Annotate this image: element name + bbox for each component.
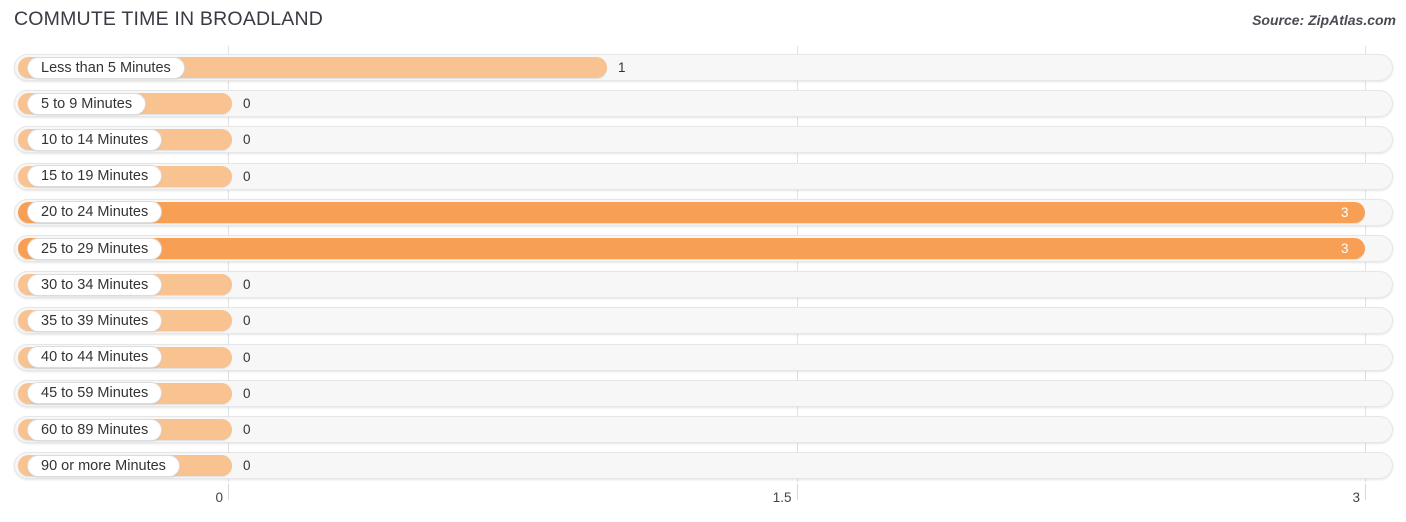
bar-row-label: 30 to 34 Minutes	[27, 273, 163, 296]
x-tick-mark	[228, 484, 229, 500]
bar-row-label: 40 to 44 Minutes	[27, 346, 163, 369]
bar-value-label: 0	[243, 422, 251, 437]
bar-row[interactable]: Less than 5 Minutes 1	[14, 54, 1393, 81]
source-credit: Source: ZipAtlas.com	[1252, 12, 1396, 28]
bar-row[interactable]: 90 or more Minutes 0	[14, 452, 1393, 480]
bar-row-label: 45 to 59 Minutes	[27, 382, 163, 405]
bar-value-label: 0	[243, 96, 251, 112]
x-tick-label: 3	[1352, 490, 1360, 505]
x-tick-mark	[1365, 484, 1366, 500]
bar-row[interactable]: 10 to 14 Minutes 0	[14, 126, 1393, 154]
bar-value-label: 3	[1341, 241, 1349, 256]
bar-value-label: 0	[243, 458, 251, 474]
bar-row[interactable]: 60 to 89 Minutes 0	[14, 416, 1393, 443]
bar-row-label: 20 to 24 Minutes	[27, 201, 163, 224]
bar-row-label: Less than 5 Minutes	[27, 56, 185, 79]
bar-row-label: 5 to 9 Minutes	[27, 92, 147, 115]
chart-header: COMMUTE TIME IN BROADLAND Source: ZipAtl…	[0, 0, 1406, 44]
bar-value-label: 3	[1341, 204, 1349, 220]
x-tick-mark	[796, 484, 798, 500]
x-axis: 0 1.5 3	[0, 484, 1406, 522]
bar-row[interactable]: 35 to 39 Minutes 0	[14, 307, 1393, 335]
bar-row-label: 10 to 14 Minutes	[27, 128, 163, 151]
bar-value-label: 0	[243, 277, 251, 293]
bar-row[interactable]: 45 to 59 Minutes 0	[14, 379, 1393, 407]
bar-row[interactable]: 15 to 19 Minutes 0	[14, 162, 1393, 190]
bar-fill	[18, 201, 1365, 223]
x-tick-label: 1.5	[772, 490, 792, 505]
plot-area: Less than 5 Minutes 1 5 to 9 Minutes 0 10 to…	[0, 44, 1406, 484]
bar-value-label: 0	[243, 349, 251, 365]
bar-value-label: 0	[243, 132, 251, 148]
page-title: COMMUTE TIME IN BROADLAND	[14, 8, 324, 30]
bar-row-label: 60 to 89 Minutes	[27, 418, 163, 441]
bar-row[interactable]: 5 to 9 Minutes 0	[14, 90, 1393, 118]
bar-row[interactable]: 20 to 24 Minutes 3	[14, 198, 1393, 226]
bar-row[interactable]: 40 to 44 Minutes 0	[14, 343, 1393, 371]
bar-row[interactable]: 30 to 34 Minutes 0	[14, 271, 1393, 299]
bar-value-label: 0	[243, 313, 251, 329]
bar-row-label: 25 to 29 Minutes	[27, 237, 163, 260]
bar-row-label: 35 to 39 Minutes	[27, 309, 163, 332]
bar-value-label: 0	[243, 385, 251, 401]
bar-row-label: 15 to 19 Minutes	[27, 165, 163, 188]
x-tick-label: 0	[215, 490, 223, 505]
bar-row-label: 90 or more Minutes	[27, 454, 180, 477]
bar-row[interactable]: 25 to 29 Minutes 3	[14, 235, 1393, 262]
bar-fill	[18, 238, 1365, 259]
bar-value-label: 1	[618, 60, 626, 75]
bar-value-label: 0	[243, 168, 251, 184]
